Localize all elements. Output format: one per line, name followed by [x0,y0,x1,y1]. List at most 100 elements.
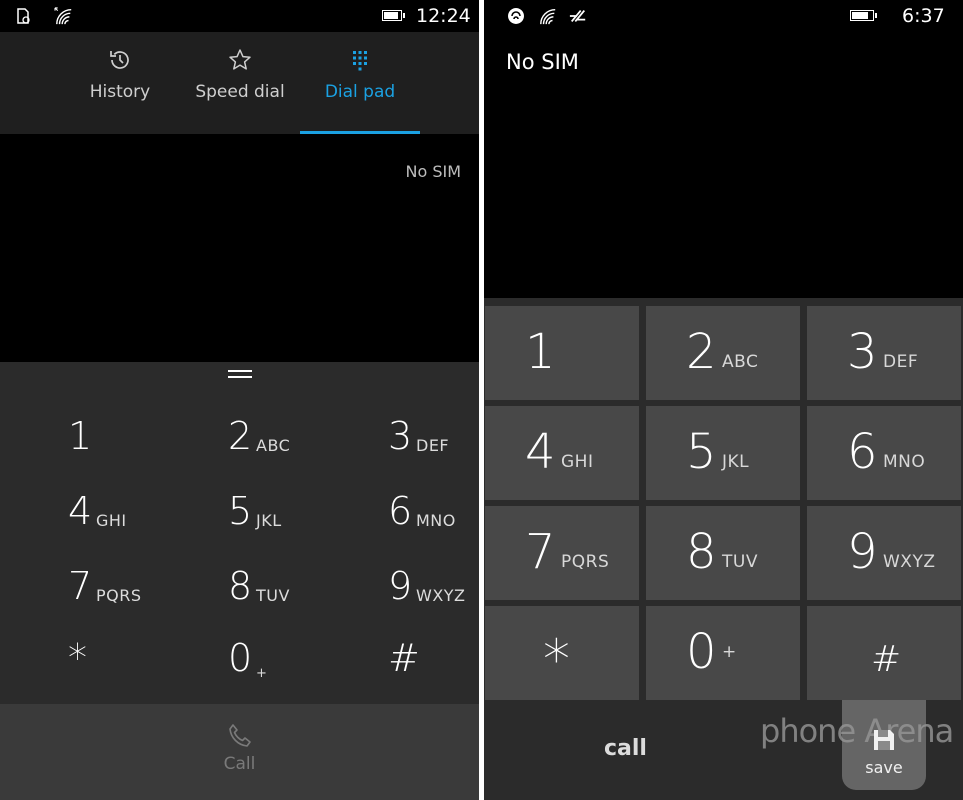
key-letters: GHI [96,511,127,530]
right-phone-screen: 6:37 No SIM call phone Arena save 12ABC3… [484,0,963,800]
sim-status: No SIM [405,162,461,181]
sim-status: No SIM [506,50,579,74]
key-letters: JKL [256,511,282,530]
key-2[interactable]: 2 ABC [646,306,800,400]
wifi-icon [540,8,556,25]
key-digit: * [543,628,570,691]
key-0[interactable]: 0 + [646,606,800,700]
dial-keypad: 1 2 ABC 3 DEF 4 GHI 5 JKL 6 MNO 7 PQRS 8 TUV 9 WXYZ * 0 + # [0,362,479,704]
key-digit: 5 [228,489,253,533]
key-hash[interactable]: # [807,606,961,700]
key-3[interactable]: 3 DEF [388,402,479,468]
status-time: 12:24 [416,5,471,27]
key-digit: 8 [686,524,717,580]
key-5[interactable]: 5 JKL [228,477,378,543]
key-letters: GHI [561,452,594,472]
key-letters: DEF [416,436,450,455]
key-2[interactable]: 2 ABC [228,402,378,468]
key-6[interactable]: 6 MNO [807,406,961,500]
key-7[interactable]: 7 PQRS [68,552,218,618]
key-digit: # [871,639,902,680]
key-letters: WXYZ [416,586,466,605]
tab-dial-pad-label: Dial pad [324,82,396,102]
key-3[interactable]: 3 DEF [807,306,961,400]
key-digit: 6 [847,424,878,480]
key-7[interactable]: 7 PQRS [485,506,639,600]
key-digit: 3 [388,414,413,458]
key-6[interactable]: 6 MNO [388,477,479,543]
key-8[interactable]: 8 TUV [646,506,800,600]
key-digit: 0 [228,636,253,680]
key-digit: 3 [847,324,878,380]
key-digit: 6 [388,489,413,533]
key-digit: 2 [228,414,253,458]
left-phone-screen: 12:24 History Speed dial Dial pad No SIM… [0,0,479,800]
key-0[interactable]: 0 + [228,624,378,690]
key-letters: TUV [256,586,290,605]
star-icon [229,49,251,70]
key-digit: 1 [68,414,93,458]
battery-icon [382,10,405,21]
save-label: save [865,758,903,777]
pivot-tabs: History Speed dial Dial pad [0,32,479,134]
key-digit: 7 [525,524,556,580]
key-letters: MNO [416,511,456,530]
call-button[interactable]: Call [0,704,479,800]
dial-keypad: call phone Arena save 12ABC3DEF4GHI5JKL6… [484,298,963,800]
key-5[interactable]: 5 JKL [646,406,800,500]
key-hash[interactable]: # [388,624,479,690]
key-digit: 5 [686,424,717,480]
key-letters: ABC [722,352,759,372]
call-label: Call [223,754,256,774]
key-digit: 4 [68,489,93,533]
key-letters: PQRS [561,552,610,572]
key-letters: + [722,642,737,662]
notification-icon [17,8,30,24]
drag-handle[interactable] [228,370,252,378]
key-digit: * [68,636,87,680]
key-digit: # [388,636,420,680]
wifi-icon [54,7,72,25]
key-1[interactable]: 1 [485,306,639,400]
key-letters: WXYZ [883,552,936,572]
tab-dial-pad[interactable]: Dial pad [300,32,420,134]
key-letters: + [256,666,268,681]
dialpad-icon [353,51,367,71]
key-letters: TUV [722,552,758,572]
key-4[interactable]: 4 GHI [68,477,218,543]
key-digit: 7 [68,564,93,608]
key-9[interactable]: 9 WXYZ [388,552,479,618]
tab-history-label: History [89,82,151,102]
tab-speed-dial-label: Speed dial [195,82,285,102]
tab-history[interactable]: History [60,32,180,134]
save-icon [874,730,894,750]
battery-icon [850,10,877,21]
status-bar: 6:37 [484,0,963,32]
call-label: call [604,736,647,761]
status-time: 6:37 [902,5,945,27]
key-digit: 8 [228,564,253,608]
tab-speed-dial[interactable]: Speed dial [180,32,300,134]
key-letters: MNO [883,452,926,472]
key-digit: 9 [847,524,878,580]
phone-icon [229,724,251,747]
history-icon [110,51,129,69]
key-letters: PQRS [96,586,142,605]
key-digit: 9 [388,564,413,608]
key-digit: 0 [686,624,717,680]
key-1[interactable]: 1 [68,402,218,468]
key-8[interactable]: 8 TUV [228,552,378,618]
status-bar: 12:24 [0,0,479,32]
key-letters: DEF [883,352,919,372]
data-icon [569,10,586,22]
key-letters: ABC [256,436,291,455]
nfc-icon [508,8,525,24]
key-star[interactable]: * [485,606,639,700]
key-9[interactable]: 9 WXYZ [807,506,961,600]
key-star[interactable]: * [68,624,218,690]
key-digit: 1 [525,324,556,380]
key-digit: 2 [686,324,717,380]
key-digit: 4 [525,424,556,480]
key-4[interactable]: 4 GHI [485,406,639,500]
key-letters: JKL [722,452,750,472]
